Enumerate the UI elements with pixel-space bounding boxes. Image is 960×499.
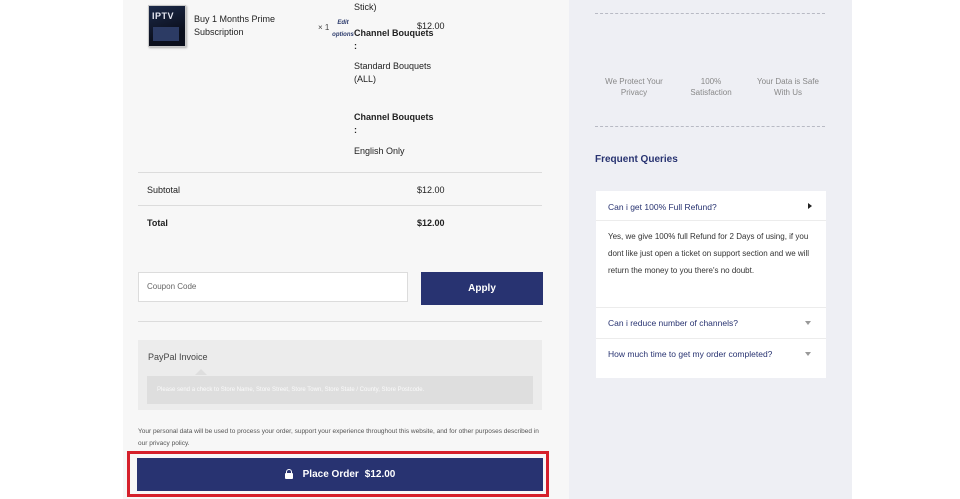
product-meta-label-2: Channel Bouquets : xyxy=(354,112,434,135)
edit-options-link[interactable]: Edit options xyxy=(331,17,355,41)
product-name: Buy 1 Months Prime Subscription xyxy=(194,14,276,37)
caret-right-icon xyxy=(808,203,812,209)
place-order-amount: $12.00 xyxy=(364,469,396,480)
product-quantity: × 1 xyxy=(318,23,330,32)
product-price: $12.00 xyxy=(417,21,445,31)
place-order-button[interactable]: Place Order $12.00 xyxy=(137,458,543,491)
chevron-down-icon xyxy=(805,321,811,325)
divider xyxy=(138,321,542,322)
divider xyxy=(138,205,542,206)
product-meta-continuation: Stick) xyxy=(354,2,377,12)
faq-answer-1: Yes, we give 100% full Refund for 2 Days… xyxy=(608,232,810,275)
subtotal-value: $12.00 xyxy=(417,185,445,195)
product-meta-value-2: English Only xyxy=(354,146,405,156)
privacy-notice: Your personal data will be used to proce… xyxy=(138,428,539,447)
order-summary-panel xyxy=(123,0,569,499)
divider xyxy=(596,220,826,221)
lock-icon xyxy=(284,468,293,479)
subtotal-label: Subtotal xyxy=(147,185,181,195)
apply-coupon-button[interactable]: Apply xyxy=(421,272,543,305)
total-value: $12.00 xyxy=(417,218,445,228)
chevron-down-icon xyxy=(805,352,811,356)
product-meta-value-1: Standard Bouquets (ALL) xyxy=(354,61,432,84)
place-order-label: Place Order xyxy=(302,469,359,480)
divider xyxy=(596,307,826,308)
product-thumbnail: IPTV xyxy=(148,5,186,47)
dashed-divider xyxy=(595,13,825,14)
faq-question-1[interactable]: Can i get 100% Full Refund? xyxy=(608,202,717,212)
faq-question-2[interactable]: Can i reduce number of channels? xyxy=(608,318,738,328)
feature-privacy: We Protect Your Privacy xyxy=(605,77,663,97)
feature-satisfaction: 100% Satisfaction xyxy=(690,77,732,97)
divider xyxy=(596,338,826,339)
payment-instructions: Please send a check to Store Name, Store… xyxy=(147,376,533,404)
payment-notch xyxy=(195,369,207,375)
total-label: Total xyxy=(147,218,168,228)
coupon-code-input[interactable]: Coupon Code xyxy=(138,272,408,302)
divider xyxy=(138,172,542,173)
faq-title: Frequent Queries xyxy=(595,154,678,165)
feature-data-safe: Your Data is Safe With Us xyxy=(757,77,819,97)
faq-question-3[interactable]: How much time to get my order completed? xyxy=(608,349,788,359)
payment-method-label[interactable]: PayPal Invoice xyxy=(148,351,208,364)
dashed-divider xyxy=(595,126,825,127)
